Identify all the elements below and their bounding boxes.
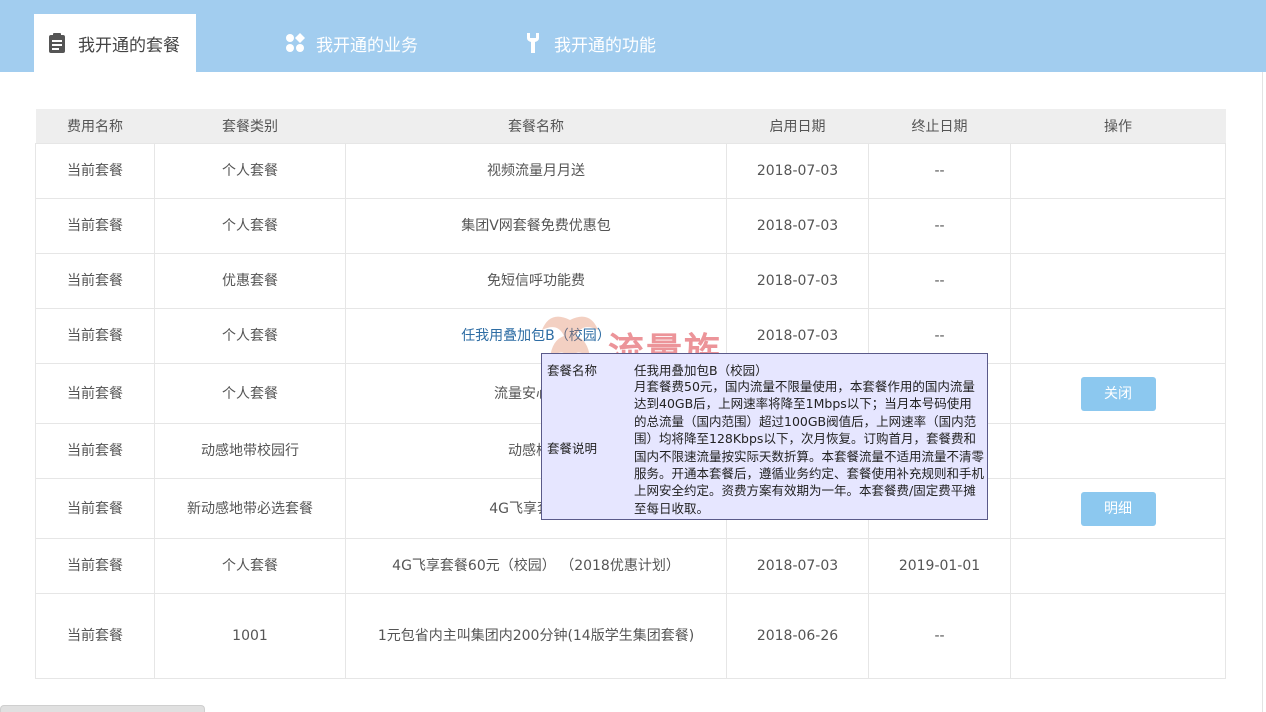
cell-fee: 当前套餐 xyxy=(35,363,155,424)
tooltip-name-value: 任我用叠加包B（校园） xyxy=(634,363,768,378)
cell-end: -- xyxy=(868,198,1011,254)
cell-type: 个人套餐 xyxy=(154,538,346,594)
cell-start: 2018-07-03 xyxy=(726,538,869,594)
cell-action xyxy=(1010,593,1226,679)
wrench-icon xyxy=(522,32,544,54)
tab-label: 我开通的功能 xyxy=(554,35,656,56)
cell-start: 2018-06-26 xyxy=(726,593,869,679)
cell-action xyxy=(1010,143,1226,199)
table-row: 当前套餐 个人套餐 视频流量月月送 2018-07-03 -- xyxy=(35,143,1226,199)
cell-fee: 当前套餐 xyxy=(35,143,155,199)
tab-label: 我开通的业务 xyxy=(316,35,418,56)
cell-type: 新动感地带必选套餐 xyxy=(154,478,346,539)
cell-action xyxy=(1010,253,1226,309)
cell-action: 明细 xyxy=(1010,478,1226,539)
horizontal-scrollbar[interactable] xyxy=(0,705,205,712)
cell-end: -- xyxy=(868,253,1011,309)
cell-start: 2018-07-03 xyxy=(726,253,869,309)
package-tooltip: 套餐名称 任我用叠加包B（校园） 套餐说明 月套餐费50元，国内流量不限量使用，… xyxy=(541,353,988,520)
cell-type: 个人套餐 xyxy=(154,198,346,254)
cell-fee: 当前套餐 xyxy=(35,478,155,539)
table-header-row: 费用名称 套餐类别 套餐名称 启用日期 终止日期 操作 xyxy=(35,109,1226,144)
cell-name: 1元包省内主叫集团内200分钟(14版学生集团套餐) xyxy=(345,593,727,679)
header-fee-name: 费用名称 xyxy=(35,109,155,144)
cell-type: 动感地带校园行 xyxy=(154,423,346,479)
cell-end: -- xyxy=(868,593,1011,679)
details-button[interactable]: 明细 xyxy=(1080,491,1156,526)
table-row: 当前套餐 优惠套餐 免短信呼功能费 2018-07-03 -- xyxy=(35,253,1226,309)
tab-my-packages[interactable]: 我开通的套餐 xyxy=(34,14,196,72)
cell-action xyxy=(1010,538,1226,594)
cell-action xyxy=(1010,308,1226,364)
tooltip-name-label: 套餐名称 xyxy=(547,363,598,378)
cell-fee: 当前套餐 xyxy=(35,423,155,479)
cell-action xyxy=(1010,198,1226,254)
cell-start: 2018-07-03 xyxy=(726,143,869,199)
cell-type: 优惠套餐 xyxy=(154,253,346,309)
cell-type: 1001 xyxy=(154,593,346,679)
header-start-date: 启用日期 xyxy=(726,109,869,144)
clipboard-icon xyxy=(46,32,68,54)
tab-my-features[interactable]: 我开通的功能 xyxy=(522,14,656,72)
right-divider xyxy=(1262,72,1263,712)
grid-icon xyxy=(284,32,306,54)
cell-action xyxy=(1010,423,1226,479)
tooltip-desc-label: 套餐说明 xyxy=(547,441,598,456)
close-button[interactable]: 关闭 xyxy=(1080,376,1156,411)
cell-type: 个人套餐 xyxy=(154,308,346,364)
cell-name: 集团V网套餐免费优惠包 xyxy=(345,198,727,254)
header-package-name: 套餐名称 xyxy=(345,109,727,144)
cell-end: 2019-01-01 xyxy=(868,538,1011,594)
tab-label: 我开通的套餐 xyxy=(78,35,180,56)
cell-name: 免短信呼功能费 xyxy=(345,253,727,309)
tab-my-services[interactable]: 我开通的业务 xyxy=(284,14,418,72)
header-end-date: 终止日期 xyxy=(868,109,1011,144)
cell-type: 个人套餐 xyxy=(154,143,346,199)
tab-bar: 我开通的套餐 我开通的业务 我开通的功能 xyxy=(0,0,1266,72)
cell-end: -- xyxy=(868,143,1011,199)
table-row: 当前套餐 个人套餐 集团V网套餐免费优惠包 2018-07-03 -- xyxy=(35,198,1226,254)
cell-fee: 当前套餐 xyxy=(35,308,155,364)
cell-start: 2018-07-03 xyxy=(726,198,869,254)
cell-type: 个人套餐 xyxy=(154,363,346,424)
cell-fee: 当前套餐 xyxy=(35,253,155,309)
cell-name: 视频流量月月送 xyxy=(345,143,727,199)
cell-name: 4G飞享套餐60元（校园） （2018优惠计划） xyxy=(345,538,727,594)
table-row: 当前套餐 个人套餐 4G飞享套餐60元（校园） （2018优惠计划） 2018-… xyxy=(35,538,1226,594)
cell-action: 关闭 xyxy=(1010,363,1226,424)
cell-fee: 当前套餐 xyxy=(35,538,155,594)
cell-fee: 当前套餐 xyxy=(35,593,155,679)
tooltip-desc-value: 月套餐费50元，国内流量不限量使用，本套餐作用的国内流量达到40GB后，上网速率… xyxy=(634,379,985,516)
table-row: 当前套餐 1001 1元包省内主叫集团内200分钟(14版学生集团套餐) 201… xyxy=(35,593,1226,679)
header-package-type: 套餐类别 xyxy=(154,109,346,144)
cell-fee: 当前套餐 xyxy=(35,198,155,254)
header-action: 操作 xyxy=(1010,109,1226,144)
